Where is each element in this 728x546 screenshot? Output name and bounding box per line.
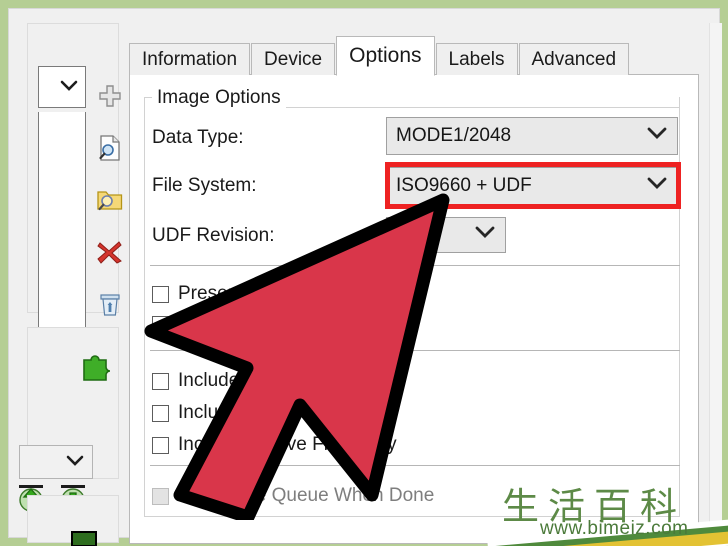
- source-type-combo[interactable]: [38, 66, 86, 108]
- checkbox-include-hidden-files[interactable]: Include Hidden Files: [152, 370, 350, 392]
- plus-icon: [99, 85, 121, 107]
- left-toolbar: [90, 70, 134, 330]
- tab-options[interactable]: Options: [336, 36, 435, 76]
- status-chip-icon: [71, 531, 97, 546]
- checkbox-include-archive-files-only[interactable]: Include Archive Files Only: [152, 434, 397, 456]
- add-button[interactable]: [90, 70, 130, 122]
- udf-revision-combo[interactable]: 1: [386, 217, 506, 253]
- options-tab-page: Image Options Data Type: MODE1/2048 File…: [129, 74, 699, 544]
- file-system-value: ISO9660 + UDF: [396, 175, 532, 196]
- checkbox-label: Recurse Subdirectories: [178, 313, 376, 334]
- checkbox-include-system-files[interactable]: Include System Files: [152, 402, 353, 424]
- image-options-legend: Image Options: [152, 87, 286, 109]
- data-type-value: MODE1/2048: [396, 125, 512, 146]
- checkbox-label: Include Archive Files Only: [178, 434, 397, 455]
- checkbox-box[interactable]: [152, 315, 169, 333]
- left-source-panel: [27, 23, 123, 328]
- checkbox-label: Include Hidden Files: [178, 370, 351, 391]
- checkbox-box[interactable]: [152, 285, 169, 303]
- data-type-label: Data Type:: [152, 127, 244, 148]
- dialog-window: Information Device Options Labels Advanc…: [8, 8, 722, 546]
- trash-icon: [100, 294, 120, 316]
- checkbox-box[interactable]: [152, 436, 169, 454]
- tab-advanced[interactable]: Advanced: [518, 43, 630, 75]
- checkbox-box[interactable]: [152, 404, 169, 422]
- separator-2: [150, 350, 680, 351]
- checkbox-auto-write-queue-when-done: Auto Write Queue When Done: [152, 485, 434, 507]
- app-root: Information Device Options Labels Advanc…: [0, 0, 728, 546]
- groupbox-top-rule: [262, 107, 680, 108]
- vertical-scrollbar[interactable]: [709, 23, 722, 543]
- checkbox-label: Auto Write Queue When Done: [178, 485, 435, 506]
- data-type-combo[interactable]: MODE1/2048: [386, 117, 678, 155]
- checkbox-box[interactable]: [152, 372, 169, 390]
- remove-button[interactable]: [90, 226, 130, 278]
- file-system-label: File System:: [152, 175, 257, 196]
- tabstrip: Information Device Options Labels Advanc…: [129, 36, 630, 76]
- tab-labels[interactable]: Labels: [435, 43, 518, 75]
- source-list[interactable]: [38, 112, 86, 328]
- chevron-down-icon: [60, 79, 78, 97]
- checkbox-box: [152, 487, 169, 505]
- red-x-icon: [97, 241, 122, 264]
- find-file-button[interactable]: [90, 122, 130, 174]
- tab-information[interactable]: Information: [129, 43, 251, 75]
- file-search-icon: [99, 135, 120, 161]
- chevron-down-icon: [66, 454, 84, 472]
- chevron-down-icon: [475, 226, 495, 244]
- find-folder-button[interactable]: [90, 174, 130, 226]
- folder-search-icon: [97, 191, 123, 211]
- checkbox-recurse-subdirectories[interactable]: Recurse Subdirectories: [152, 313, 375, 335]
- separator-1: [150, 265, 680, 266]
- chevron-down-icon: [647, 177, 667, 195]
- plugin-button[interactable]: [80, 350, 114, 389]
- udf-revision-label: UDF Revision:: [152, 225, 275, 246]
- checkbox-label: Preserve Full Pathnames: [178, 283, 392, 304]
- checkbox-preserve-full-pathnames[interactable]: Preserve Full Pathnames: [152, 283, 391, 305]
- queue-combo[interactable]: [19, 445, 93, 479]
- separator-3: [150, 465, 680, 466]
- checkbox-label: Include System Files: [178, 402, 354, 423]
- file-system-combo[interactable]: ISO9660 + UDF: [386, 167, 678, 205]
- udf-revision-value: 1: [396, 224, 407, 245]
- delete-button[interactable]: [90, 278, 130, 330]
- chevron-down-icon: [647, 127, 667, 145]
- tab-device[interactable]: Device: [251, 43, 336, 75]
- green-puzzle-icon: [83, 355, 111, 381]
